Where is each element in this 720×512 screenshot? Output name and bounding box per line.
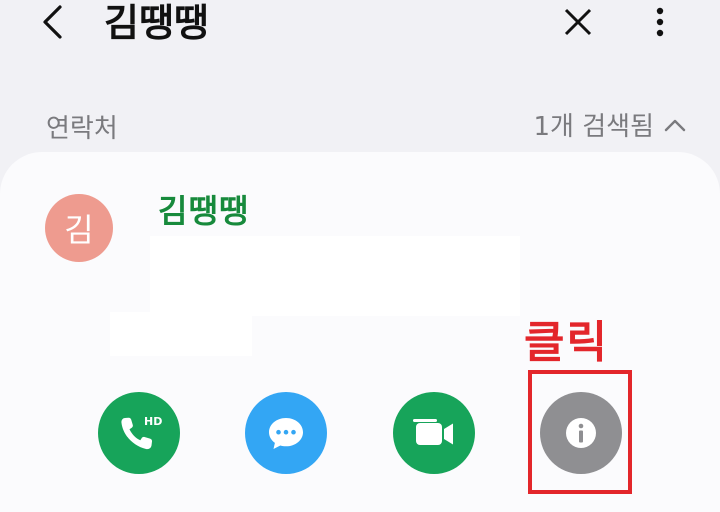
info-icon [566,418,596,448]
phone-hd-icon: HD [121,415,162,450]
section-label-contacts: 연락처 [46,114,118,144]
avatar[interactable]: 김 [45,194,113,262]
redacted-area [150,236,520,316]
message-button[interactable] [245,392,327,474]
search-result-toggle[interactable]: 1개 검색됨 [534,106,687,143]
back-button[interactable] [30,0,74,44]
chevron-left-icon [43,5,62,39]
chevron-up-icon [664,119,686,131]
click-annotation: 클릭 [524,317,609,368]
close-button[interactable] [554,0,602,44]
contact-info-button[interactable] [540,392,622,474]
redacted-area [110,312,252,356]
video-camera-icon [413,419,453,445]
video-call-button[interactable] [393,392,475,474]
more-vertical-icon [656,7,664,37]
hd-voice-call-button[interactable]: HD [98,392,180,474]
more-options-button[interactable] [640,0,680,44]
chat-bubble-icon [269,418,303,449]
page-title: 김땡땡 [104,1,209,45]
contact-name: 김땡땡 [158,192,250,230]
top-bar: 김땡땡 [0,0,720,80]
avatar-initial: 김 [64,211,94,249]
hd-badge: HD [144,415,162,428]
result-count-label: 1개 검색됨 [533,112,655,142]
close-icon [564,8,592,36]
